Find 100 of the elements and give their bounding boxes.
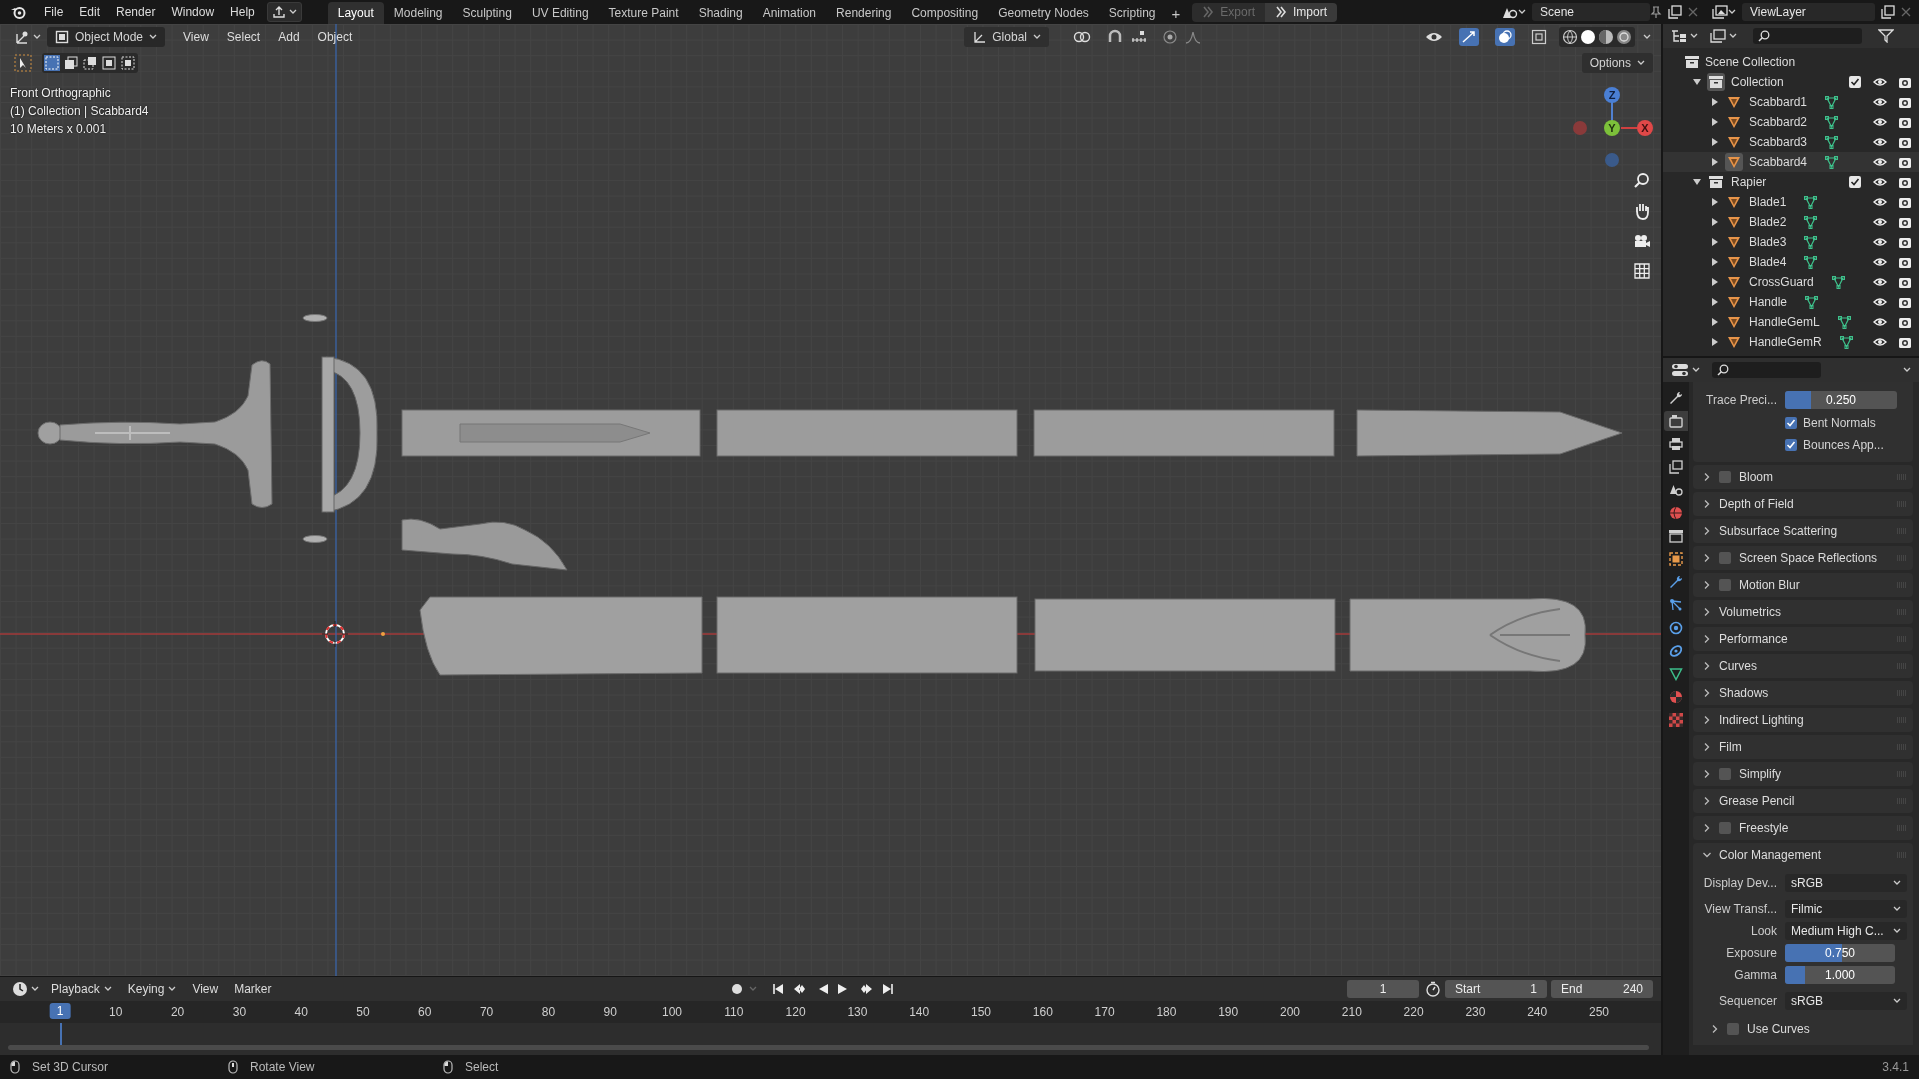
render-sphere-icon[interactable]: [1616, 29, 1632, 45]
mesh-icon[interactable]: [1825, 115, 1839, 129]
tree-row[interactable]: Scabbard4: [1663, 152, 1919, 172]
panel-header[interactable]: Color Management: [1693, 843, 1913, 867]
panel-header[interactable]: Subsurface Scattering: [1693, 519, 1913, 543]
current-frame-indicator[interactable]: 1: [49, 1003, 71, 1020]
sword-hilt-drawing[interactable]: [37, 360, 273, 508]
eye-icon[interactable]: [1873, 77, 1887, 87]
camera-icon[interactable]: [1899, 316, 1911, 328]
workspace-tab[interactable]: Shading: [688, 2, 753, 24]
slider[interactable]: 1.000: [1785, 966, 1895, 984]
mesh-icon[interactable]: [1805, 295, 1819, 309]
checkbox[interactable]: [1719, 822, 1731, 834]
tree-row[interactable]: Blade3: [1663, 232, 1919, 252]
camera-icon[interactable]: [1899, 96, 1911, 108]
eye-icon[interactable]: [1873, 157, 1887, 167]
workspace-tab[interactable]: UV Editing: [521, 2, 599, 24]
expand-arrow-icon[interactable]: [1711, 238, 1719, 246]
checkbox[interactable]: [1719, 552, 1731, 564]
panel-header[interactable]: Indirect Lighting: [1693, 708, 1913, 732]
material-sphere-icon[interactable]: [1598, 29, 1614, 45]
mesh-icon[interactable]: [1831, 275, 1845, 289]
menu-item[interactable]: Object: [309, 27, 361, 47]
panel-header[interactable]: Shadows: [1693, 681, 1913, 705]
panel-header[interactable]: Curves: [1693, 654, 1913, 678]
cursor-tool-icon[interactable]: [14, 54, 32, 72]
tree-row[interactable]: Scabbard2: [1663, 112, 1919, 132]
curve-icon[interactable]: [1184, 30, 1201, 44]
selection-mode-group[interactable]: [42, 53, 138, 73]
eye-icon[interactable]: [1873, 237, 1887, 247]
blade-tip-segment[interactable]: [1356, 409, 1623, 457]
hand-guard-drawing[interactable]: [321, 356, 378, 513]
search-field[interactable]: [1712, 362, 1821, 378]
gizmo-toggle-icon[interactable]: [1459, 28, 1479, 46]
checkbox[interactable]: [1727, 1023, 1739, 1035]
tree-row[interactable]: CrossGuard: [1663, 272, 1919, 292]
end-frame-field[interactable]: End 240: [1551, 980, 1653, 999]
panel-header[interactable]: Freestyle: [1693, 816, 1913, 840]
panel-header[interactable]: Bloom: [1693, 465, 1913, 489]
checkbox[interactable]: [1785, 439, 1797, 451]
camera-icon[interactable]: [1899, 236, 1911, 248]
camera-icon[interactable]: [1899, 336, 1911, 348]
workspace-tab[interactable]: Compositing: [901, 2, 989, 24]
mesh-icon[interactable]: [1825, 135, 1839, 149]
properties-tab[interactable]: [1664, 411, 1688, 431]
3d-cursor-icon[interactable]: [321, 620, 349, 648]
eye-icon[interactable]: [1873, 197, 1887, 207]
zoom-icon[interactable]: [1633, 172, 1651, 190]
tree-row[interactable]: Handle: [1663, 292, 1919, 312]
menu-item[interactable]: Add: [270, 27, 308, 47]
tree-row[interactable]: Scabbard1: [1663, 92, 1919, 112]
options-dropdown[interactable]: Options: [1581, 53, 1653, 73]
scabbard-segment[interactable]: [716, 596, 1018, 674]
magnet-icon[interactable]: [1106, 29, 1123, 45]
gizmo-y-handle[interactable]: Y: [1604, 120, 1620, 136]
gizmo-x-handle[interactable]: X: [1620, 120, 1653, 136]
tree-row[interactable]: HandleGemR: [1663, 332, 1919, 352]
eye-icon[interactable]: [1425, 30, 1443, 44]
menu-item[interactable]: File: [36, 2, 72, 22]
copy-icon[interactable]: [1668, 5, 1682, 19]
camera-icon[interactable]: [1899, 196, 1911, 208]
blade-segment[interactable]: [1033, 409, 1335, 457]
panel-header[interactable]: Depth of Field: [1693, 492, 1913, 516]
tree-row[interactable]: Blade2: [1663, 212, 1919, 232]
mesh-icon[interactable]: [1825, 155, 1839, 169]
checkbox[interactable]: [1849, 176, 1861, 188]
gizmo-handle[interactable]: [1573, 121, 1587, 135]
workspace-tab[interactable]: Geometry Nodes: [988, 2, 1099, 24]
upload-dropdown-button[interactable]: [266, 2, 302, 22]
tree-item-label[interactable]: Collection: [1731, 75, 1784, 89]
play-reverse-icon[interactable]: [817, 983, 830, 996]
asset-button[interactable]: Import: [1264, 2, 1337, 22]
expand-arrow-icon[interactable]: [1711, 98, 1719, 106]
tree-row[interactable]: Blade4: [1663, 252, 1919, 272]
jump-start-icon[interactable]: [771, 983, 786, 996]
tree-item-label[interactable]: Scene Collection: [1705, 55, 1796, 69]
expand-arrow-icon[interactable]: [1711, 338, 1719, 346]
select-extend-icon[interactable]: [63, 55, 79, 71]
stopwatch-icon[interactable]: [1425, 981, 1441, 998]
scabbard-segment[interactable]: [1034, 598, 1336, 672]
camera-icon[interactable]: [1899, 296, 1911, 308]
xray-icon[interactable]: [1531, 29, 1547, 45]
slider[interactable]: 0.750: [1785, 944, 1895, 962]
eye-icon[interactable]: [1873, 137, 1887, 147]
menu-item[interactable]: View: [184, 979, 227, 1000]
workspace-tab[interactable]: Scripting: [1098, 2, 1166, 24]
expand-arrow-icon[interactable]: [1711, 198, 1719, 206]
gizmo-handle[interactable]: [1605, 153, 1619, 167]
scabbard-end-segment[interactable]: [1349, 598, 1586, 672]
dropdown[interactable]: sRGB: [1785, 992, 1907, 1010]
dropdown[interactable]: Filmic: [1785, 900, 1907, 918]
menu-dropdown[interactable]: Playback: [43, 979, 120, 1000]
guard-pin-drawing[interactable]: [302, 314, 328, 322]
expand-arrow-icon[interactable]: [1711, 318, 1719, 326]
camera-icon[interactable]: [1899, 76, 1911, 88]
workspace-tab[interactable]: Layout: [327, 2, 384, 24]
menu-item[interactable]: Edit: [71, 2, 109, 22]
orientation-dropdown[interactable]: Global: [964, 27, 1049, 47]
expand-arrow-icon[interactable]: [1711, 278, 1719, 286]
blade-segment[interactable]: [401, 409, 701, 457]
